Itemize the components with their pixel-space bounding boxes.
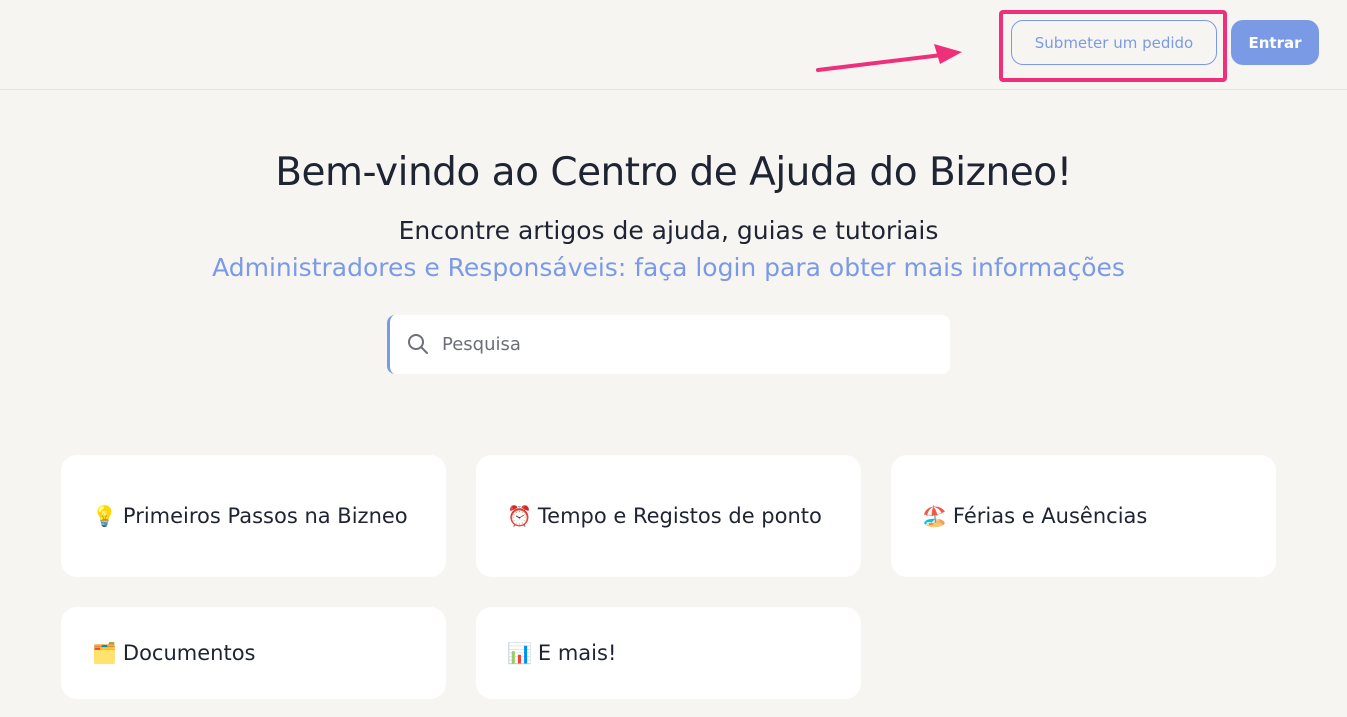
- login-button[interactable]: Entrar: [1231, 20, 1319, 65]
- category-label: 📊 E mais!: [507, 638, 616, 668]
- category-card-getting-started[interactable]: 💡 Primeiros Passos na Bizneo: [61, 455, 446, 577]
- lightbulb-icon: 💡: [92, 504, 117, 528]
- category-card-vacations[interactable]: 🏖️ Férias e Ausências: [891, 455, 1276, 577]
- top-bar: Submeter um pedido Entrar: [0, 0, 1347, 90]
- admin-login-note[interactable]: Administradores e Responsáveis: faça log…: [0, 253, 1337, 282]
- category-card-time-tracking[interactable]: ⏰ Tempo e Registos de ponto: [476, 455, 861, 577]
- page-title: Bem-vindo ao Centro de Ajuda do Bizneo!: [275, 150, 1072, 195]
- search-box[interactable]: [387, 315, 950, 374]
- beach-umbrella-icon: 🏖️: [922, 504, 947, 528]
- submit-request-button[interactable]: Submeter um pedido: [1011, 20, 1217, 65]
- folder-icon: 🗂️: [92, 641, 117, 665]
- category-card-documents[interactable]: 🗂️ Documentos: [61, 607, 446, 699]
- category-card-more[interactable]: 📊 E mais!: [476, 607, 861, 699]
- page-subtitle: Encontre artigos de ajuda, guias e tutor…: [398, 216, 939, 245]
- category-label: 🏖️ Férias e Ausências: [922, 501, 1147, 531]
- category-label: 💡 Primeiros Passos na Bizneo: [92, 501, 408, 531]
- category-label: ⏰ Tempo e Registos de ponto: [507, 501, 822, 531]
- annotation-arrow-icon: [816, 44, 962, 72]
- bar-chart-icon: 📊: [507, 641, 532, 665]
- search-icon: [408, 334, 428, 354]
- alarm-clock-icon: ⏰: [507, 504, 532, 528]
- category-label: 🗂️ Documentos: [92, 638, 256, 668]
- search-input[interactable]: [442, 325, 932, 363]
